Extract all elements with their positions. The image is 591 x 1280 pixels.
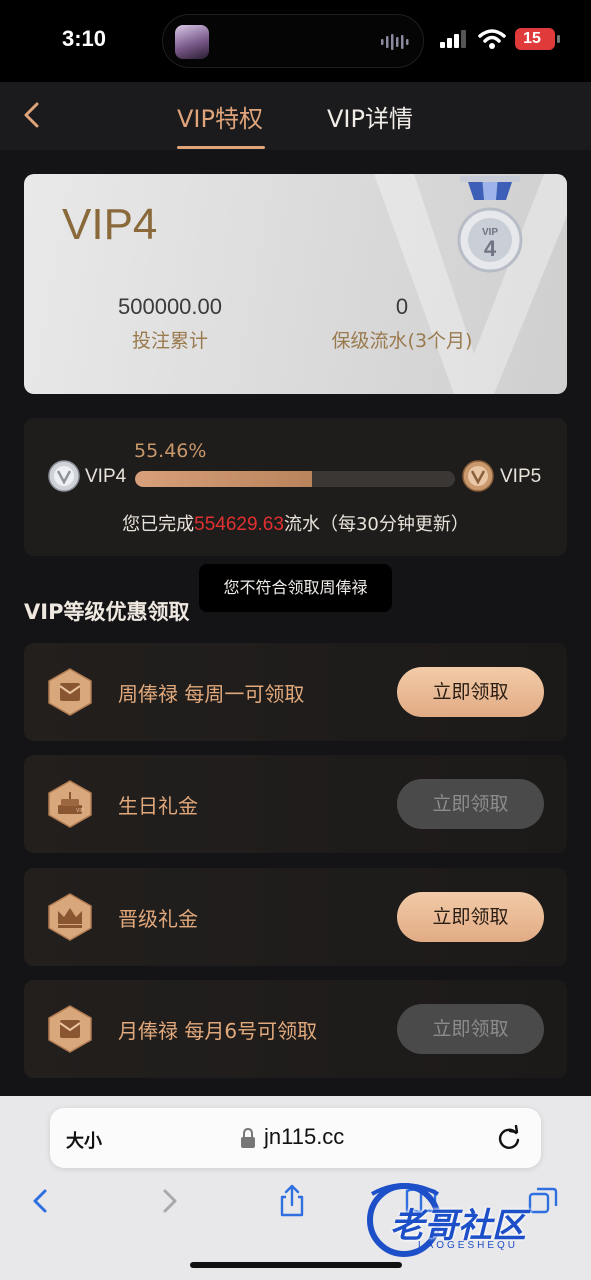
turnover-prefix: 您已完成 <box>122 514 195 535</box>
stat-label: 保级流水(3个月) <box>331 330 473 352</box>
tab-vip-privileges[interactable]: VIP特权 <box>177 99 263 134</box>
benefit-row-weekly-salary: 周俸禄 每周一可领取 立即领取 <box>24 643 567 741</box>
progress-bar <box>135 471 455 487</box>
vip-badge-bronze-icon <box>462 460 494 492</box>
audio-waveform-icon <box>381 34 409 50</box>
benefit-row-promotion-bonus: 晋级礼金 立即领取 <box>24 868 567 966</box>
browser-back-icon[interactable] <box>24 1184 58 1218</box>
benefit-label: 生日礼金 <box>118 794 198 818</box>
share-icon[interactable] <box>275 1184 309 1218</box>
lock-icon <box>241 1128 255 1148</box>
vip-medal-icon: VIP 4 <box>457 176 523 273</box>
cellular-signal-icon <box>440 30 466 48</box>
active-tab-indicator <box>177 146 265 149</box>
crown-icon <box>48 893 92 941</box>
claim-button-disabled[interactable]: 立即领取 <box>397 779 544 829</box>
tab-vip-details[interactable]: VIP详情 <box>327 99 413 134</box>
claim-button[interactable]: 立即领取 <box>397 892 544 942</box>
back-arrow-icon[interactable] <box>18 100 48 130</box>
progress-percent: 55.46% <box>134 440 207 462</box>
status-time: 3:10 <box>62 26 107 51</box>
benefit-label: 周俸禄 每周一可领取 <box>118 682 305 706</box>
battery-indicator: 15 <box>515 28 560 50</box>
top-nav: VIP特权 VIP详情 <box>0 82 591 150</box>
now-playing-thumbnail <box>175 25 209 59</box>
claim-button-disabled[interactable]: 立即领取 <box>397 1004 544 1054</box>
status-bar: 3:10 15 <box>0 0 591 82</box>
stat-total-bets: 500000.00 投注累计 <box>70 294 270 353</box>
stat-value: 0 <box>395 294 409 319</box>
watermark-subtext: LAOGESHEQU <box>418 1240 519 1251</box>
turnover-suffix: 流水（每30分钟更新） <box>283 514 469 535</box>
svg-text:VIP: VIP <box>76 808 85 814</box>
dynamic-island[interactable] <box>162 14 424 68</box>
reload-icon[interactable] <box>496 1125 522 1151</box>
claim-button[interactable]: 立即领取 <box>397 667 544 717</box>
turnover-amount: 554629.63 <box>194 514 284 535</box>
next-level-label: VIP5 <box>500 466 542 487</box>
envelope-icon <box>48 1005 92 1053</box>
url-text[interactable]: jn115.cc <box>264 1124 344 1150</box>
vip-level-card: VIP4 VIP 4 500000.00 投注累计 0 保级流水(3个月) <box>24 174 567 394</box>
envelope-icon <box>48 668 92 716</box>
vip-badge-silver-icon <box>48 460 80 492</box>
benefit-row-monthly-salary: 月俸禄 每月6号可领取 立即领取 <box>24 980 567 1078</box>
medal-number: 4 <box>484 236 497 261</box>
turnover-completed-text: 您已完成554629.63流水（每30分钟更新） <box>24 510 567 536</box>
address-bar[interactable]: 大小 jn115.cc <box>50 1108 541 1168</box>
browser-forward-icon[interactable] <box>152 1184 186 1218</box>
progress-bar-fill <box>135 471 313 487</box>
battery-level: 15 <box>523 30 541 47</box>
benefit-row-birthday-bonus: VIP 生日礼金 立即领取 <box>24 755 567 853</box>
cake-icon: VIP <box>48 780 92 828</box>
text-size-button[interactable]: 大小 <box>66 1127 102 1153</box>
level-progress-card: 55.46% VIP4 VIP5 您已完成554629.63流水（每30分钟更新… <box>24 418 567 556</box>
wifi-icon <box>478 29 506 49</box>
stat-retention-turnover: 0 保级流水(3个月) <box>302 294 502 353</box>
benefit-label: 月俸禄 每月6号可领取 <box>118 1019 318 1043</box>
current-level-label: VIP4 <box>85 466 127 487</box>
home-indicator <box>190 1262 402 1268</box>
stat-label: 投注累计 <box>131 330 208 352</box>
stat-value: 500000.00 <box>118 294 222 319</box>
vip-level-title: VIP4 <box>62 200 158 249</box>
toast-tooltip: 您不符合领取周俸禄 <box>199 564 392 612</box>
section-title: VIP等级优惠领取 <box>24 600 190 624</box>
benefit-label: 晋级礼金 <box>118 907 198 931</box>
